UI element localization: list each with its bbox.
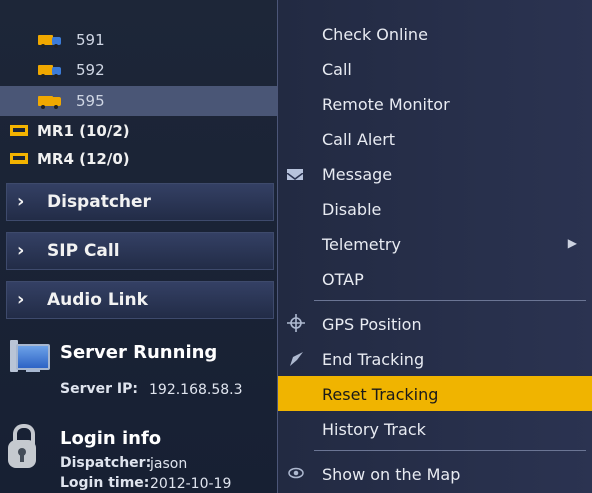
tree-row-partial	[0, 0, 280, 8]
menu-item-show-on-map[interactable]: Show on the Map	[278, 456, 592, 491]
chevron-right-icon: ›	[17, 191, 25, 212]
truck-icon	[38, 95, 62, 109]
app-window: 591 592 595 MR1 (10/2) MR4 (12/0) › Disp…	[0, 0, 592, 493]
left-panel: 591 592 595 MR1 (10/2) MR4 (12/0) › Disp…	[0, 0, 280, 493]
menu-item-remote-monitor[interactable]: Remote Monitor	[278, 86, 592, 121]
login-time-label: Login time:	[60, 475, 150, 491]
dispatcher-value: jason	[150, 456, 188, 472]
flag-icon	[286, 349, 306, 369]
login-time-value: 2012-10-19	[150, 476, 232, 492]
menu-item-label: Message	[322, 165, 393, 184]
section-sip-call[interactable]: › SIP Call	[6, 232, 274, 270]
menu-item-label: OTAP	[322, 270, 364, 289]
menu-item-label: Disable	[322, 200, 382, 219]
vehicle-row-595[interactable]: 595	[0, 86, 280, 116]
menu-item-gps-position[interactable]: GPS Position	[278, 306, 592, 341]
group-row-mr1[interactable]: MR1 (10/2)	[0, 118, 280, 144]
menu-item-message[interactable]: Message	[278, 156, 592, 191]
group-label: MR1 (10/2)	[37, 122, 130, 140]
group-icon	[10, 125, 28, 136]
context-menu: Check Online Call Remote Monitor Call Al…	[277, 0, 592, 493]
crosshair-icon	[286, 314, 306, 334]
lock-icon	[8, 424, 38, 470]
menu-item-label: Call	[322, 60, 352, 79]
menu-item-label: Show on the Map	[322, 465, 461, 484]
truck-icon	[38, 34, 62, 48]
menu-item-label: Check Online	[322, 25, 428, 44]
menu-item-end-tracking[interactable]: End Tracking	[278, 341, 592, 376]
server-status-title: Server Running	[60, 342, 218, 363]
menu-item-label: Call Alert	[322, 130, 396, 149]
menu-separator	[314, 450, 586, 451]
vehicle-row-592[interactable]: 592	[0, 55, 280, 85]
dispatcher-label: Dispatcher:	[60, 455, 152, 471]
chevron-right-icon: ›	[17, 240, 25, 261]
section-label: SIP Call	[47, 241, 120, 261]
section-label: Dispatcher	[47, 192, 151, 212]
menu-item-call-alert[interactable]: Call Alert	[278, 121, 592, 156]
menu-item-disable[interactable]: Disable	[278, 191, 592, 226]
menu-item-label: GPS Position	[322, 315, 422, 334]
menu-separator	[314, 300, 586, 301]
menu-item-label: History Track	[322, 420, 426, 439]
group-icon	[10, 153, 28, 164]
server-ip-label: Server IP:	[60, 381, 138, 397]
section-dispatcher[interactable]: › Dispatcher	[6, 183, 274, 221]
section-audio-link[interactable]: › Audio Link	[6, 281, 274, 319]
menu-item-check-online[interactable]: Check Online	[278, 16, 592, 51]
menu-item-label: Telemetry	[322, 235, 401, 254]
menu-item-reset-tracking[interactable]: Reset Tracking	[278, 376, 592, 411]
monitor-icon	[10, 340, 52, 374]
menu-item-history-track[interactable]: History Track	[278, 411, 592, 446]
group-label: MR4 (12/0)	[37, 150, 130, 166]
vehicle-number: 595	[76, 92, 105, 110]
menu-item-otap[interactable]: OTAP	[278, 261, 592, 296]
login-info-title: Login info	[60, 428, 162, 449]
section-label: Audio Link	[47, 290, 148, 310]
menu-item-label: End Tracking	[322, 350, 425, 369]
group-row-mr4[interactable]: MR4 (12/0)	[0, 146, 280, 166]
menu-item-label: Remote Monitor	[322, 95, 450, 114]
truck-icon	[38, 64, 62, 78]
vehicle-number: 591	[76, 31, 105, 49]
chevron-right-icon: ›	[17, 289, 25, 310]
login-info: Login info Dispatcher: jason Login time:…	[0, 414, 280, 493]
server-ip-value: 192.168.58.3	[149, 382, 243, 398]
vehicle-row-591[interactable]: 591	[0, 25, 280, 55]
menu-item-telemetry[interactable]: Telemetry ▶	[278, 226, 592, 261]
server-status: Server Running Server IP: 192.168.58.3	[0, 332, 280, 412]
eye-icon	[286, 464, 306, 484]
menu-item-call[interactable]: Call	[278, 51, 592, 86]
vehicle-number: 592	[76, 61, 105, 79]
envelope-icon	[286, 169, 304, 180]
submenu-arrow-icon: ▶	[567, 236, 577, 250]
menu-item-label: Reset Tracking	[322, 385, 439, 404]
